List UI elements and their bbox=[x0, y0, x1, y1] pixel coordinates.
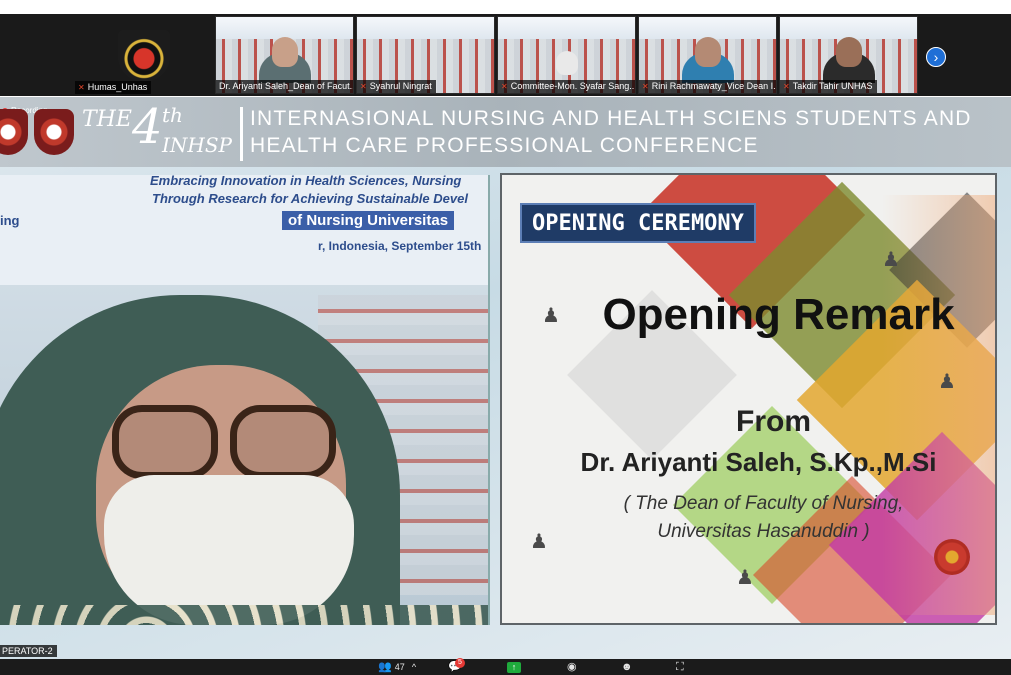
participant-nameplate: ✕ Rini Rachmawaty_Vice Dean I... bbox=[639, 80, 776, 93]
person-icon: ♟ bbox=[938, 371, 956, 393]
fullscreen-button[interactable]: ⛶ bbox=[676, 659, 684, 675]
muted-mic-icon: ✕ bbox=[501, 82, 508, 91]
faculty-logo-icon bbox=[34, 109, 74, 155]
fullscreen-icon: ⛶ bbox=[676, 661, 684, 673]
conference-banner: Recording THE 4 th INHSP INTERNASIONAL N… bbox=[0, 97, 1011, 167]
chevron-right-icon: › bbox=[933, 49, 939, 65]
record-icon: ◉ bbox=[567, 661, 577, 673]
speaker-video: Embracing Innovation in Health Sciences,… bbox=[0, 175, 490, 625]
muted-mic-icon: ✕ bbox=[783, 82, 790, 91]
muted-mic-icon: ✕ bbox=[642, 82, 649, 91]
participant-tile-5[interactable]: ✕ Takdir Tahir UNHAS bbox=[779, 16, 918, 94]
speaker-name: Dr. Ariyanti Saleh, S.Kp.,M.Si bbox=[580, 447, 937, 477]
pinned-video-label: PERATOR-2 bbox=[0, 645, 57, 657]
opening-ceremony-slide: OPENING CEREMONY ♟ ♟ ♟ ♟ ♟ Opening Remar… bbox=[500, 173, 997, 625]
participants-icon: 👥 bbox=[378, 661, 392, 673]
share-screen-button[interactable]: ↑ bbox=[507, 659, 521, 675]
gallery-strip: ✕ Humas_Unhas Dr. Ariyanti Saleh_Dean of … bbox=[0, 14, 1011, 96]
slide-heading: Opening Remark bbox=[602, 290, 955, 339]
share-screen-icon: ↑ bbox=[507, 662, 521, 673]
participant-tile-humas[interactable]: ✕ Humas_Unhas bbox=[75, 16, 213, 94]
participant-tile-2[interactable]: ✕ Syahrul Ningrat bbox=[356, 16, 495, 94]
chat-badge: 5 bbox=[455, 658, 465, 668]
participant-nameplate: ✕ Committee-Mon. Syafar Sang... bbox=[498, 80, 635, 93]
participant-nameplate: ✕ Takdir Tahir UNHAS bbox=[780, 80, 877, 93]
chat-button[interactable]: 💬 5 bbox=[448, 658, 470, 675]
speaker-affiliation: Universitas Hasanuddin ) bbox=[657, 521, 870, 542]
record-button[interactable]: ◉ bbox=[567, 659, 577, 675]
participants-button[interactable]: 👥 47 ^ bbox=[378, 659, 416, 675]
muted-mic-icon: ✕ bbox=[360, 82, 367, 91]
participant-tile-3[interactable]: ✕ Committee-Mon. Syafar Sang... bbox=[497, 16, 636, 94]
divider bbox=[240, 107, 243, 161]
participant-nameplate: ✕ Syahrul Ningrat bbox=[357, 80, 436, 93]
shared-screen: Recording THE 4 th INHSP INTERNASIONAL N… bbox=[0, 97, 1011, 659]
chevron-up-icon[interactable]: ^ bbox=[412, 662, 416, 672]
reactions-icon: ☻ bbox=[621, 661, 633, 673]
unhas-logo-icon bbox=[118, 30, 170, 82]
gallery-next-button[interactable]: › bbox=[926, 47, 946, 67]
person-icon: ♟ bbox=[736, 567, 754, 589]
participant-tile-4[interactable]: ✕ Rini Rachmawaty_Vice Dean I... bbox=[638, 16, 777, 94]
participant-nameplate: ✕ Humas_Unhas bbox=[75, 81, 152, 94]
university-seal-icon bbox=[934, 539, 970, 575]
participant-tile-1[interactable]: Dr. Ariyanti Saleh_Dean of Facut... bbox=[215, 16, 354, 94]
meeting-toolbar: 👥 47 ^ 💬 5 ↑ ◉ ☻ ⛶ bbox=[0, 658, 1011, 675]
muted-mic-icon: ✕ bbox=[78, 83, 85, 92]
virtual-background: Embracing Innovation in Health Sciences,… bbox=[0, 175, 488, 285]
participant-nameplate: Dr. Ariyanti Saleh_Dean of Facut... bbox=[216, 80, 353, 93]
person-icon: ♟ bbox=[882, 249, 900, 271]
reactions-button[interactable]: ☻ bbox=[621, 659, 633, 675]
slide-from: From bbox=[736, 405, 811, 438]
opening-ceremony-tag: OPENING CEREMONY bbox=[520, 203, 756, 243]
unhas-logo-icon bbox=[0, 109, 28, 155]
speaker-role: ( The Dean of Faculty of Nursing, bbox=[623, 493, 904, 514]
conference-title: INTERNASIONAL NURSING AND HEALTH SCIENS … bbox=[250, 107, 972, 157]
